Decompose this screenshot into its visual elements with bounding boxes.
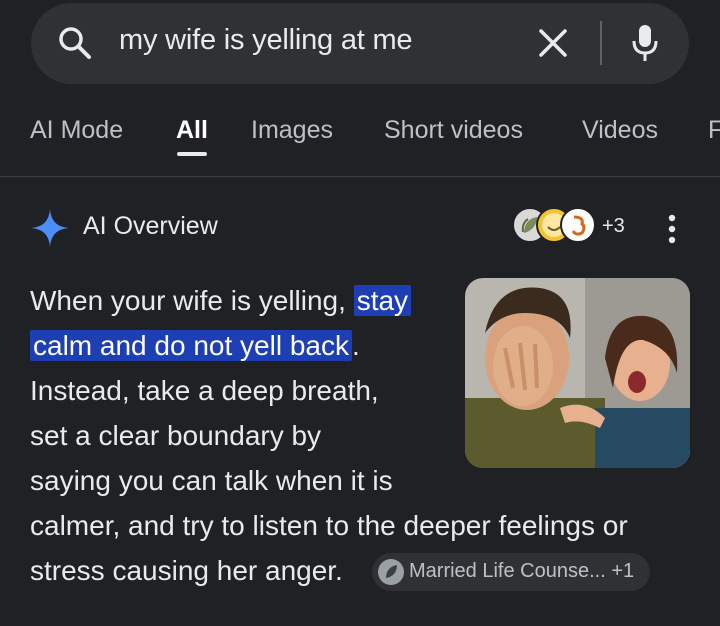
couple-argument-image — [465, 278, 690, 468]
ai-overview-title: AI Overview — [83, 212, 218, 240]
sources-button[interactable]: +3 — [508, 205, 636, 247]
answer-text: When your wife is yelling, — [30, 285, 354, 316]
answer-line: calm and do not yell back. — [30, 323, 360, 368]
microphone-icon[interactable] — [630, 23, 660, 63]
tab-all[interactable]: All — [176, 116, 208, 145]
answer-line: calmer, and try to listen to the deeper … — [30, 510, 628, 541]
answer-line: When your wife is yelling, stay — [30, 278, 412, 323]
source-chip-label: Married Life Counse... +1 — [409, 560, 635, 582]
leaf-glyph — [386, 565, 397, 578]
highlighted-text: stay — [353, 285, 412, 316]
search-divider — [600, 21, 602, 65]
close-icon[interactable] — [538, 28, 568, 58]
tab-images[interactable]: Images — [251, 116, 333, 145]
tab-videos[interactable]: Videos — [582, 116, 658, 145]
highlighted-text: calm and do not yell back — [30, 330, 352, 361]
tabs-divider — [0, 176, 720, 177]
tab-short-videos[interactable]: Short videos — [384, 116, 523, 145]
source-avatar — [560, 207, 596, 243]
answer-line: stress causing her anger. — [30, 555, 343, 586]
answer-text: . — [351, 330, 360, 361]
search-tabs: AI Mode All Images Short videos Videos F — [0, 104, 720, 174]
tab-more[interactable]: F — [708, 116, 720, 145]
source-chip[interactable]: Married Life Counse... +1 — [372, 553, 650, 591]
active-tab-indicator — [177, 152, 207, 156]
answer-line: saying you can talk when it is — [30, 465, 393, 496]
sources-count: +3 — [602, 215, 625, 237]
leaf-icon — [378, 559, 404, 585]
answer-line: Instead, take a deep breath, — [30, 375, 379, 406]
search-icon — [59, 27, 91, 59]
sparkle-icon — [31, 209, 69, 247]
overview-image[interactable] — [465, 278, 690, 468]
search-input[interactable]: my wife is yelling at me — [119, 24, 413, 57]
logo-icon — [571, 215, 586, 236]
tab-ai-mode[interactable]: AI Mode — [30, 116, 123, 145]
answer-line: set a clear boundary by — [30, 420, 322, 451]
more-options-icon[interactable] — [660, 212, 684, 246]
